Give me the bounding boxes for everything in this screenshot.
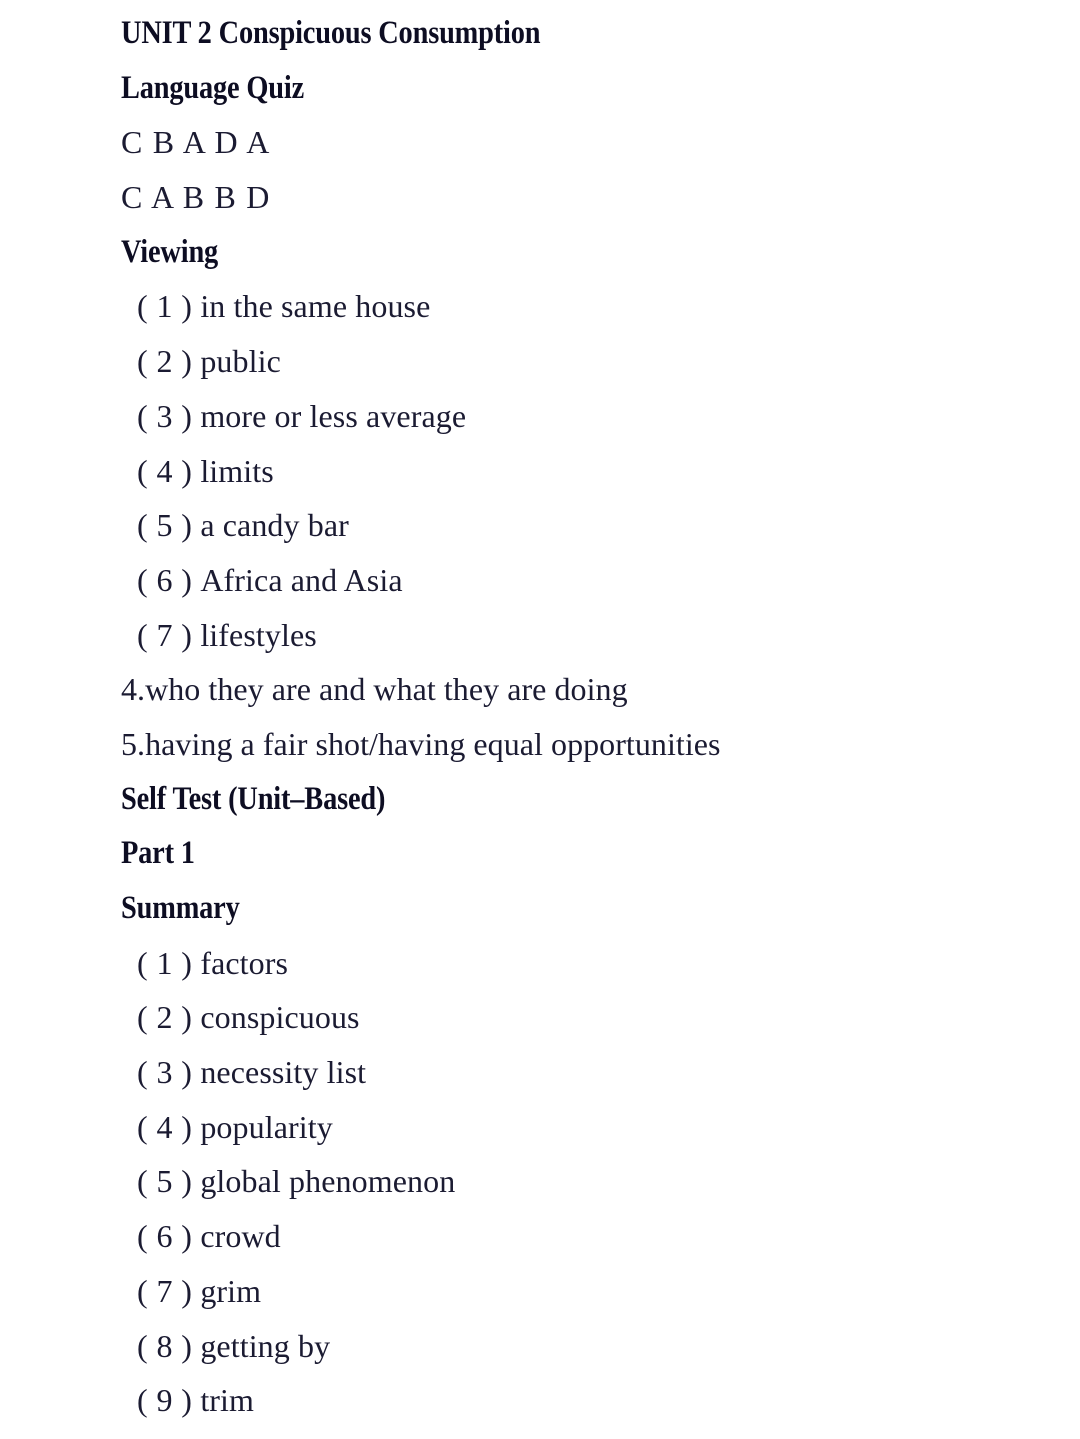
answer-letters-row: C A B B D: [121, 179, 271, 216]
numbered-answer-line: 4.who they are and what they are doing: [121, 671, 628, 708]
item-number: ( 1 ): [137, 944, 193, 981]
item-text: Africa and Asia: [200, 561, 403, 598]
item-number: ( 7 ): [137, 616, 193, 653]
answer-list-item: ( 4 ) limits: [121, 444, 1040, 499]
item-number: ( 5 ): [137, 1163, 193, 1200]
answer-letters-row: C B A D A: [121, 124, 271, 161]
answer-list-item: ( 9 ) trim: [121, 1373, 1040, 1428]
item-text: factors: [200, 944, 289, 981]
answer-list-item: ( 6 ) Africa and Asia: [121, 553, 1040, 608]
item-number: ( 5 ): [137, 507, 193, 544]
answer-list-item: ( 3 ) more or less average: [121, 389, 1040, 444]
section-heading: UNIT 2 Conspicuous Consumption: [121, 15, 541, 51]
answer-list-item: ( 5 ) global phenomenon: [121, 1154, 1040, 1209]
answer-list-item: ( 7 ) lifestyles: [121, 608, 1040, 663]
item-number: ( 4 ): [137, 452, 193, 489]
item-number: ( 2 ): [137, 999, 193, 1036]
item-text: getting by: [200, 1327, 331, 1364]
item-text: grim: [200, 1272, 262, 1309]
item-number: ( 7 ): [137, 1272, 193, 1309]
item-text: public: [200, 343, 281, 380]
item-text: popularity: [200, 1108, 333, 1145]
item-number: ( 3 ): [137, 397, 193, 434]
item-text: crowd: [200, 1218, 281, 1255]
item-text: necessity list: [200, 1054, 367, 1091]
document-page: UNIT 2 Conspicuous Consumption Language Q…: [0, 0, 1080, 1439]
section-heading: Part 1: [121, 835, 195, 872]
item-number: ( 8 ): [137, 1327, 193, 1364]
item-text: global phenomenon: [200, 1163, 456, 1200]
item-number: ( 6 ): [137, 561, 193, 598]
section-heading: Summary: [121, 890, 240, 926]
answer-list-item: ( 5 ) a candy bar: [121, 498, 1040, 553]
item-text: in the same house: [200, 288, 431, 325]
item-text: lifestyles: [200, 616, 317, 653]
answer-list-item: ( 3 ) necessity list: [121, 1045, 1040, 1100]
item-number: ( 6 ): [137, 1218, 193, 1255]
item-text: trim: [200, 1382, 255, 1419]
answer-list-item: ( 1 ) factors: [121, 936, 1040, 991]
item-number: ( 3 ): [137, 1054, 193, 1091]
item-number: ( 2 ): [137, 343, 193, 380]
answer-list-item: ( 2 ) public: [121, 334, 1040, 389]
section-heading: Language Quiz: [121, 69, 305, 106]
answer-list-item: ( 2 ) conspicuous: [121, 990, 1040, 1045]
section-heading: Viewing: [121, 233, 219, 270]
answer-list-item: ( 8 ) getting by: [121, 1319, 1040, 1374]
answer-list-item: ( 1 ) in the same house: [121, 279, 1040, 334]
item-text: limits: [200, 452, 274, 489]
item-text: a candy bar: [200, 507, 349, 544]
answer-list-item: ( 7 ) grim: [121, 1264, 1040, 1319]
numbered-answer-line: 5.having a fair shot/having equal opport…: [121, 725, 721, 762]
item-number: ( 4 ): [137, 1108, 193, 1145]
answer-list-item: ( 4 ) popularity: [121, 1100, 1040, 1155]
item-number: ( 1 ): [137, 288, 193, 325]
answer-list-item: ( 6 ) crowd: [121, 1209, 1040, 1264]
section-heading: Self Test (Unit–Based): [121, 780, 386, 817]
item-text: conspicuous: [200, 999, 360, 1036]
item-number: ( 9 ): [137, 1382, 193, 1419]
item-text: more or less average: [200, 397, 467, 434]
